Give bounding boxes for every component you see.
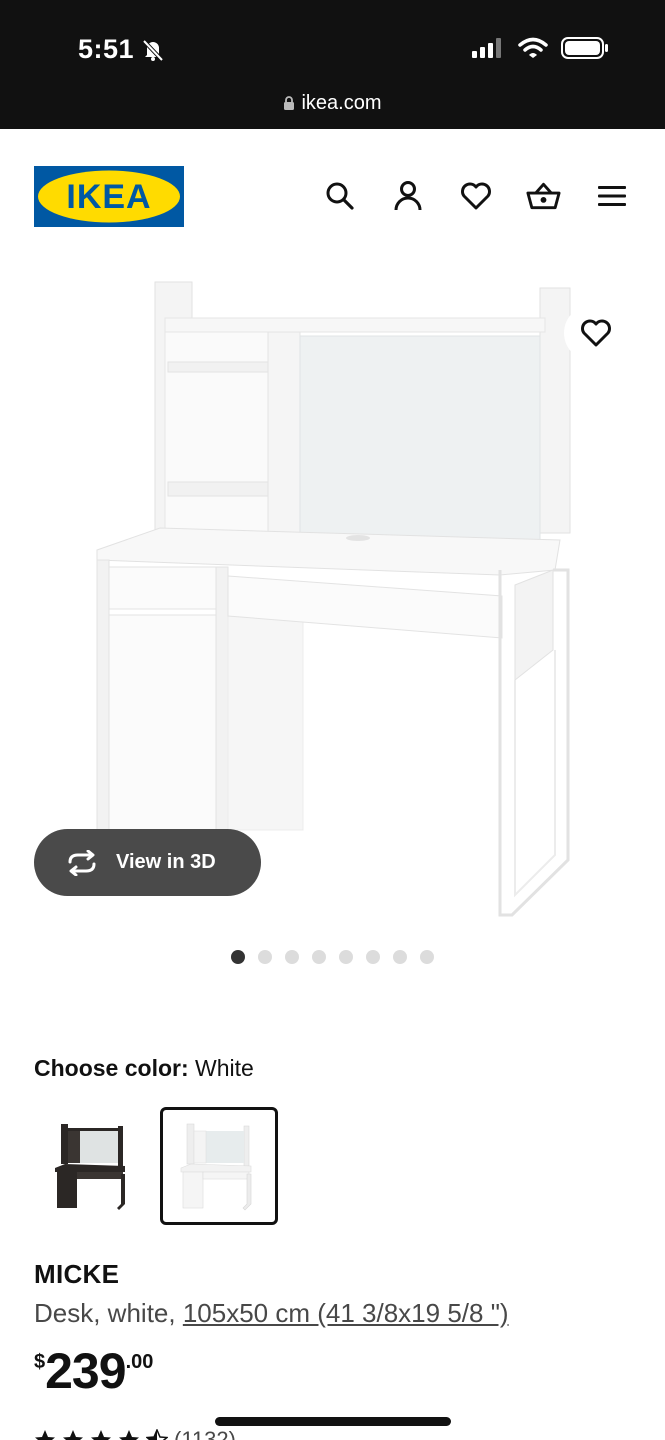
basket-button[interactable] (526, 178, 561, 213)
desk-thumbnail-white (180, 1123, 252, 1211)
ikea-logo[interactable]: IKEA (34, 166, 184, 227)
view-in-3d-label: View in 3D (116, 851, 216, 873)
product-name: MICKE (34, 1259, 120, 1289)
basket-icon (526, 182, 561, 209)
battery-icon (561, 37, 608, 59)
favorites-button[interactable] (458, 178, 493, 213)
status-bar: 5:51 ikea.com (0, 0, 665, 129)
star-icon (63, 1430, 83, 1440)
account-button[interactable] (390, 178, 425, 213)
silent-bell-icon (142, 39, 164, 62)
gallery-dot[interactable] (285, 950, 299, 964)
product-rating[interactable]: (1132) (34, 1427, 236, 1440)
gallery-dot[interactable] (312, 950, 326, 964)
color-chooser-label: Choose color: White (34, 1055, 254, 1082)
menu-button[interactable] (594, 178, 629, 213)
gallery-dot[interactable] (393, 950, 407, 964)
home-indicator[interactable] (215, 1417, 451, 1426)
star-icon (35, 1430, 55, 1440)
star-icon (119, 1430, 139, 1440)
search-icon (326, 182, 354, 210)
search-button[interactable] (322, 178, 357, 213)
url-text: ikea.com (301, 92, 382, 114)
color-value: White (195, 1055, 254, 1081)
gallery-pagination (231, 950, 434, 964)
save-favorite-button[interactable] (564, 305, 628, 361)
heart-icon (581, 319, 611, 347)
wifi-icon (518, 37, 548, 58)
desk-thumbnail-black-brown (55, 1124, 125, 1210)
product-type: Desk, white, (34, 1298, 183, 1328)
heart-icon (460, 182, 491, 209)
view-in-3d-button[interactable]: View in 3D (34, 829, 261, 896)
color-swatches (34, 1107, 278, 1225)
color-label: Choose color: (34, 1055, 189, 1081)
menu-icon (597, 185, 626, 206)
price-currency: $ (34, 1351, 46, 1373)
lock-icon (284, 96, 295, 110)
gallery-dot[interactable] (339, 950, 353, 964)
price-cents: .00 (125, 1351, 154, 1373)
svg-text:IKEA: IKEA (66, 178, 151, 216)
status-time: 5:51 (78, 34, 135, 64)
gallery-dot[interactable] (366, 950, 380, 964)
price-main: 239 (45, 1343, 126, 1399)
cellular-signal-icon (472, 38, 501, 58)
color-swatch-black-brown[interactable] (34, 1107, 152, 1225)
gallery-dot[interactable] (258, 950, 272, 964)
product-dimensions-link[interactable]: 105x50 cm (41 3/8x19 5/8 ") (183, 1298, 509, 1328)
rating-stars (34, 1429, 168, 1440)
rotate-3d-icon (68, 849, 96, 876)
star-icon (91, 1430, 111, 1440)
address-bar[interactable]: ikea.com (0, 92, 665, 115)
product-price: $ 239 .00 (34, 1345, 153, 1397)
product-description: Desk, white, 105x50 cm (41 3/8x19 5/8 ") (34, 1298, 509, 1329)
account-icon (394, 180, 421, 210)
gallery-dot[interactable] (231, 950, 245, 964)
color-swatch-white[interactable] (160, 1107, 278, 1225)
half-star-icon (146, 1429, 168, 1440)
review-count: (1132) (174, 1427, 236, 1440)
gallery-dot[interactable] (420, 950, 434, 964)
